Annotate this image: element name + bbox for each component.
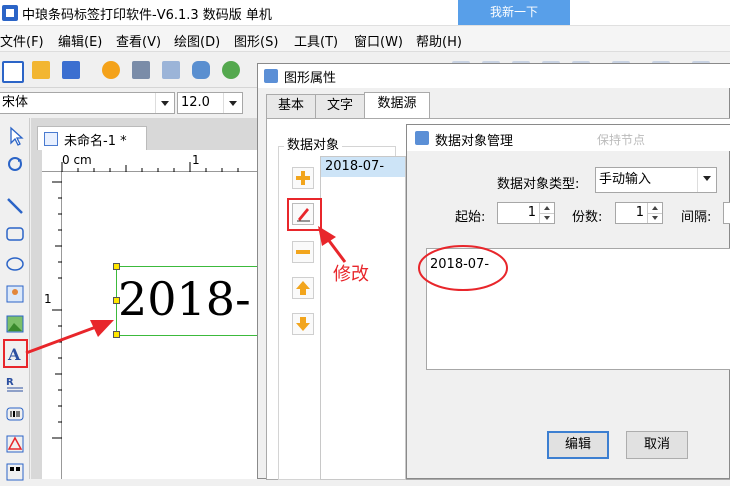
data-object-manager-dialog: 数据对象管理 保持节点 数据对象类型: 手动输入 起始: 1 份数: 1 间隔:… xyxy=(406,124,730,479)
list-item[interactable]: 2018-07- xyxy=(321,157,405,177)
delete-button[interactable] xyxy=(292,241,314,263)
data-type-select[interactable]: 手动输入 xyxy=(595,167,717,193)
menu-window[interactable]: 窗口(W) xyxy=(354,31,403,50)
arrow-up-icon xyxy=(296,281,310,295)
database-icon[interactable] xyxy=(192,61,210,79)
settings-gear-icon[interactable] xyxy=(102,61,120,79)
start-label: 起始: xyxy=(455,210,486,225)
app-icon xyxy=(2,5,18,21)
tab-basic[interactable]: 基本 xyxy=(266,94,316,119)
content-textarea[interactable]: 2018-07- xyxy=(426,248,730,370)
barcode-tool-icon[interactable] xyxy=(5,404,25,424)
spin-down-icon[interactable] xyxy=(539,213,554,223)
chevron-down-icon[interactable] xyxy=(155,93,174,113)
interval-spinner[interactable] xyxy=(723,202,730,224)
move-down-button[interactable] xyxy=(292,313,314,335)
print-preview-icon[interactable] xyxy=(162,61,180,79)
data-type-label: 数据对象类型: xyxy=(497,177,580,192)
svg-text:R: R xyxy=(6,377,14,388)
content-text: 2018-07- xyxy=(430,257,490,272)
rich-text-tool-icon[interactable]: R xyxy=(5,374,25,394)
tab-text[interactable]: 文字 xyxy=(315,94,365,119)
move-up-button[interactable] xyxy=(292,277,314,299)
dialog-caption: 数据对象管理 保持节点 xyxy=(407,125,730,151)
new-icon[interactable] xyxy=(2,61,24,83)
shape-tool-icon[interactable] xyxy=(5,434,25,454)
cancel-button[interactable]: 取消 xyxy=(626,431,688,459)
vertical-ruler: 1 xyxy=(42,172,62,479)
add-button[interactable] xyxy=(292,167,314,189)
document-tab[interactable]: 未命名-1 * xyxy=(37,126,147,150)
save-icon[interactable] xyxy=(62,61,80,79)
tool-palette: A R xyxy=(0,118,30,482)
rotate-icon[interactable] xyxy=(5,154,25,174)
image-tool-icon[interactable] xyxy=(5,284,25,304)
start-spinner[interactable]: 1 xyxy=(497,202,555,224)
ellipse-tool-icon[interactable] xyxy=(5,254,25,274)
menu-shape[interactable]: 图形(S) xyxy=(234,31,278,50)
dialog-title: 数据对象管理 xyxy=(435,134,514,149)
menu-file[interactable]: 文件(F) xyxy=(0,31,44,50)
line-tool-icon[interactable] xyxy=(5,196,25,216)
copies-spinner[interactable]: 1 xyxy=(615,202,663,224)
edit-button-highlight xyxy=(287,198,322,231)
dialog-title: 图形属性 xyxy=(284,71,337,86)
menu-view[interactable]: 查看(V) xyxy=(116,31,161,50)
ruler-mark-v: 1 xyxy=(44,292,52,306)
open-folder-icon[interactable] xyxy=(32,61,50,79)
canvas-text: 2018- xyxy=(118,272,251,326)
data-object-group-label: 数据对象 xyxy=(284,134,343,153)
window-title: 中琅条码标签打印软件-V6.1.3 数码版 单机 xyxy=(22,8,272,23)
font-size-value: 12.0 xyxy=(181,95,210,110)
menu-edit[interactable]: 编辑(E) xyxy=(58,31,102,50)
dialog-icon xyxy=(264,69,278,83)
print-icon[interactable] xyxy=(132,61,150,79)
blurred-button[interactable]: 我新一下 xyxy=(458,0,570,25)
document-icon xyxy=(44,132,58,146)
chevron-down-icon[interactable] xyxy=(697,168,716,192)
tab-data-source[interactable]: 数据源 xyxy=(364,92,430,120)
text-tool-highlight xyxy=(3,339,28,368)
data-type-value: 手动输入 xyxy=(599,172,652,187)
menu-bar: 文件(F) 编辑(E) 查看(V) 绘图(D) 图形(S) 工具(T) 窗口(W… xyxy=(0,26,730,52)
interval-label: 间隔: xyxy=(681,210,712,225)
data-object-list[interactable]: 2018-07- xyxy=(320,156,406,480)
annotation-label: 修改 xyxy=(333,264,369,285)
spin-down-icon[interactable] xyxy=(647,213,662,223)
select-pointer-icon[interactable] xyxy=(5,126,25,146)
horizontal-ruler: 0 cm 1 xyxy=(42,150,262,172)
minus-icon xyxy=(296,250,310,254)
ruler-ticks xyxy=(61,162,239,172)
plus-icon xyxy=(296,171,310,185)
database-settings-icon[interactable] xyxy=(222,61,240,79)
menu-draw[interactable]: 绘图(D) xyxy=(174,31,220,50)
copies-label: 份数: xyxy=(572,210,603,225)
document-tab-title: 未命名-1 * xyxy=(64,134,127,149)
qrcode-tool-icon[interactable] xyxy=(5,462,25,482)
title-bar: 中琅条码标签打印软件-V6.1.3 数码版 单机 我新一下 xyxy=(0,0,730,26)
blurred-caption: 保持节点 xyxy=(597,133,646,147)
arrow-down-icon xyxy=(296,317,310,331)
dialog-caption: 图形属性 xyxy=(258,64,730,88)
dialog-icon xyxy=(415,131,429,145)
picture-tool-icon[interactable] xyxy=(5,314,25,334)
copies-value: 1 xyxy=(635,205,644,220)
edit-button[interactable]: 编辑 xyxy=(547,431,609,459)
resize-handle[interactable] xyxy=(113,263,120,270)
menu-help[interactable]: 帮助(H) xyxy=(416,31,462,50)
start-value: 1 xyxy=(527,205,536,220)
vertical-ruler-ticks xyxy=(52,181,62,439)
resize-handle[interactable] xyxy=(113,331,120,338)
font-name-select[interactable]: 宋体 xyxy=(0,92,175,114)
rectangle-tool-icon[interactable] xyxy=(5,224,25,244)
font-size-select[interactable]: 12.0 xyxy=(177,92,243,114)
font-name-value: 宋体 xyxy=(2,95,29,110)
chevron-down-icon[interactable] xyxy=(223,93,242,113)
menu-tools[interactable]: 工具(T) xyxy=(294,31,338,50)
